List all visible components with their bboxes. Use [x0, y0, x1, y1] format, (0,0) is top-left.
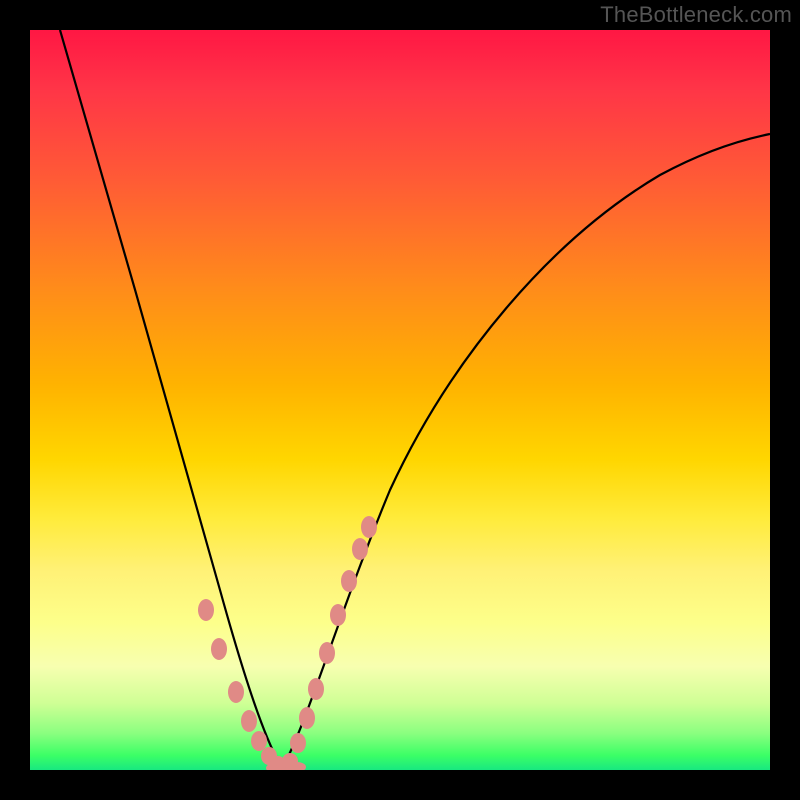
- watermark-text: TheBottleneck.com: [600, 2, 792, 28]
- chart-svg: [30, 30, 770, 770]
- markers-left: [198, 599, 286, 770]
- chart-container: { "watermark": "TheBottleneck.com", "cha…: [0, 0, 800, 800]
- curve-right: [282, 134, 770, 768]
- curve-left: [60, 30, 282, 768]
- markers-right: [282, 516, 377, 769]
